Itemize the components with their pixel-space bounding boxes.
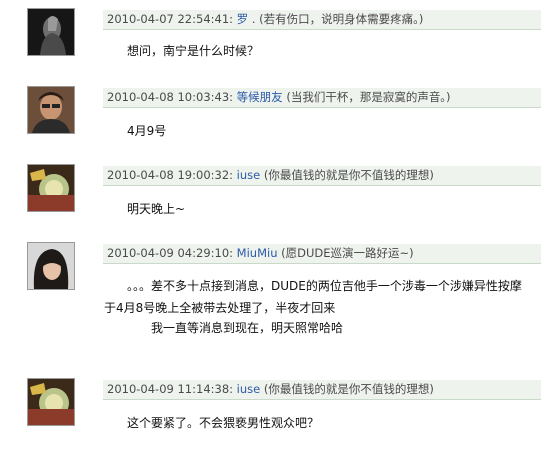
- avatar[interactable]: [27, 8, 75, 56]
- avatar[interactable]: [27, 378, 75, 426]
- comment-signature: . (若有伤口，说明身体需要疼痛。): [248, 12, 424, 26]
- comment-body-line: 。。。差不多十点接到消息，DUDE的两位吉他手一个涉毒一个涉嫌异性按摩: [127, 279, 522, 293]
- comment-body: 4月9号: [127, 124, 167, 138]
- avatar[interactable]: [27, 164, 75, 212]
- avatar-image: [28, 9, 74, 55]
- comment-username-link[interactable]: 罗: [237, 12, 249, 26]
- comment-header: 2010-04-08 19:00:32: iuse (你最值钱的就是你不值钱的理…: [103, 166, 541, 186]
- comment-username-link[interactable]: iuse: [237, 168, 261, 182]
- comment-username-link[interactable]: MiuMiu: [237, 246, 278, 260]
- comment-timestamp: 2010-04-08 19:00:32:: [107, 168, 234, 182]
- comment-body: 想问，南宁是什么时候？: [127, 44, 260, 58]
- comment-signature: (当我们干杯，那是寂寞的声音。): [282, 90, 451, 104]
- comment-timestamp: 2010-04-08 10:03:43:: [107, 90, 234, 104]
- avatar-image: [28, 243, 74, 289]
- comment-body: 这个要紧了。不会猥亵男性观众吧？: [127, 416, 320, 430]
- comment-body: 明天晚上~: [127, 202, 186, 216]
- avatar-image: [28, 165, 74, 211]
- comment-signature: (你最值钱的就是你不值钱的理想): [260, 168, 434, 182]
- comment-timestamp: 2010-04-09 04:29:10:: [107, 246, 234, 260]
- avatar-image: [28, 379, 74, 425]
- comment-signature: (愿DUDE巡演一路好运~): [277, 246, 414, 260]
- comment-timestamp: 2010-04-07 22:54:41:: [107, 12, 234, 26]
- comment-signature: (你最值钱的就是你不值钱的理想): [260, 382, 434, 396]
- comment-header: 2010-04-08 10:03:43: 等候朋友 (当我们干杯，那是寂寞的声音…: [103, 88, 541, 108]
- comment-header: 2010-04-09 11:14:38: iuse (你最值钱的就是你不值钱的理…: [103, 380, 541, 400]
- comment-username-link[interactable]: 等候朋友: [237, 90, 283, 104]
- comment-body-line: 我一直等消息到现在，明天照常哈哈: [151, 321, 344, 335]
- comment-header: 2010-04-09 04:29:10: MiuMiu (愿DUDE巡演一路好运…: [103, 244, 541, 264]
- avatar[interactable]: [27, 86, 75, 134]
- comment-header: 2010-04-07 22:54:41: 罗 . (若有伤口，说明身体需要疼痛。…: [103, 10, 541, 30]
- comment-timestamp: 2010-04-09 11:14:38:: [107, 382, 234, 396]
- comment-username-link[interactable]: iuse: [237, 382, 261, 396]
- avatar[interactable]: [27, 242, 75, 290]
- comment-body-line: 于4月8号晚上全被带去处理了，半夜才回来: [104, 301, 336, 315]
- avatar-image: [28, 87, 74, 133]
